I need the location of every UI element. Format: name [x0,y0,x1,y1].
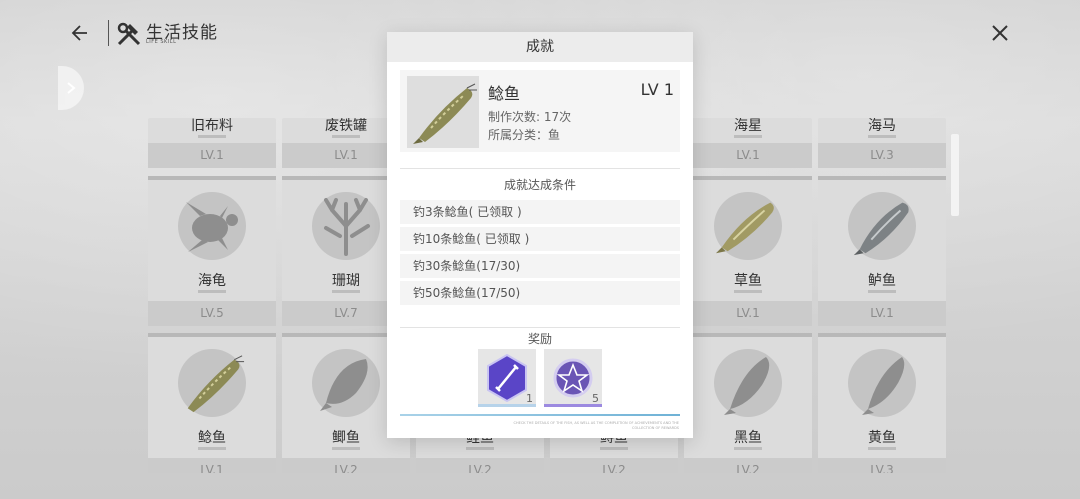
item-bar [198,290,226,293]
item-bar [466,447,494,450]
item-card[interactable]: 旧布料 LV.1 [148,118,276,168]
item-name: 鲶鱼 [198,430,226,446]
crucian-carp-silhouette-icon [312,349,380,417]
item-bar [332,290,360,293]
condition-item: 钓30条鲶鱼(17/30) [400,254,680,278]
item-level: LV.1 [818,301,946,326]
catfish-icon [407,76,479,148]
item-bar [868,447,896,450]
item-level: LV.2 [684,458,812,473]
item-name: 海星 [734,118,762,134]
item-bar [332,135,360,138]
item-category: 所属分类：鱼 [488,128,561,142]
item-name: 鲈鱼 [868,273,896,289]
snakehead-silhouette-icon [714,349,782,417]
item-level: LV.2 [550,458,678,473]
item-level: LV.5 [148,301,276,326]
chevron-right-icon [67,82,76,94]
scrollbar[interactable] [951,134,959,216]
reward-item[interactable]: 1 [478,349,536,407]
achievement-modal: 成就 鲶鱼 LV 1 制作次数: 17次 所属分类：鱼 成就达成条件 钓3条鲶鱼… [387,32,693,438]
item-level: LV.3 [818,458,946,473]
item-name: 旧布料 [191,118,233,134]
perch-icon [848,192,916,260]
item-bar [734,290,762,293]
reward-accent [544,404,602,407]
item-level: LV.3 [818,143,946,168]
item-bar [868,135,896,138]
item-card[interactable]: 黑鱼 LV.2 [684,333,812,473]
item-level: LV.1 [684,301,812,326]
card-top-border [684,176,812,180]
item-bar [868,290,896,293]
item-card[interactable]: 鲶鱼 LV.1 [148,333,276,473]
item-name: 海龟 [198,273,226,289]
craft-count: 制作次数: 17次 [488,110,572,124]
reward-item[interactable]: 5 [544,349,602,407]
rewards-title: 奖励 [527,332,552,346]
item-level: LV.1 [148,143,276,168]
item-bar [198,135,226,138]
item-bar [198,447,226,450]
item-level: LV.2 [416,458,544,473]
item-name: 海马 [868,118,896,134]
card-top-border [148,333,276,337]
item-card[interactable]: 海龟 LV.5 [148,176,276,326]
item-bar [734,447,762,450]
conditions-title: 成就达成条件 [503,178,576,192]
item-level: LV.1 [684,143,812,168]
card-top-border [148,176,276,180]
divider [400,327,680,328]
item-card[interactable]: 黄鱼 LV.3 [818,333,946,473]
card-top-border [818,333,946,337]
modal-title: 成就 [387,32,693,62]
header-divider [108,20,109,46]
divider [400,168,680,169]
item-level: LV.1 [148,458,276,473]
fine-print: CHECK THE DETAILS OF THE FISH, AS WELL A… [513,421,679,430]
modal-progress-line [400,414,680,416]
back-arrow-icon[interactable] [66,20,92,46]
condition-item: 钓10条鲶鱼( 已领取 ) [400,227,680,251]
sea-turtle-icon [178,192,246,260]
item-card[interactable]: 海星 LV.1 [684,118,812,168]
item-bar [332,447,360,450]
item-bar [734,135,762,138]
yellow-croaker-silhouette-icon [848,349,916,417]
page-subtitle: LIFE SKILL [146,39,177,45]
close-icon[interactable] [988,21,1012,45]
hammer-wrench-icon [115,20,143,48]
condition-item: 钓50条鲶鱼(17/50) [400,281,680,305]
card-top-border [684,333,812,337]
item-card[interactable]: 海马 LV.3 [818,118,946,168]
reward-accent [478,404,536,407]
item-summary: 鲶鱼 LV 1 制作次数: 17次 所属分类：鱼 [400,70,680,152]
grass-carp-icon [714,192,782,260]
item-card[interactable]: 鲈鱼 LV.1 [818,176,946,326]
item-level: LV.2 [282,458,410,473]
item-bar [600,447,628,450]
item-name: 黄鱼 [868,430,896,446]
item-card[interactable]: 草鱼 LV.1 [684,176,812,326]
item-name: 黑鱼 [734,430,762,446]
catfish-icon [178,349,246,417]
item-name: 鲶鱼 [488,84,521,103]
coral-icon [312,192,380,260]
card-top-border [818,176,946,180]
item-level: LV 1 [640,80,674,99]
item-name: 草鱼 [734,273,762,289]
condition-item: 钓3条鲶鱼( 已领取 ) [400,200,680,224]
